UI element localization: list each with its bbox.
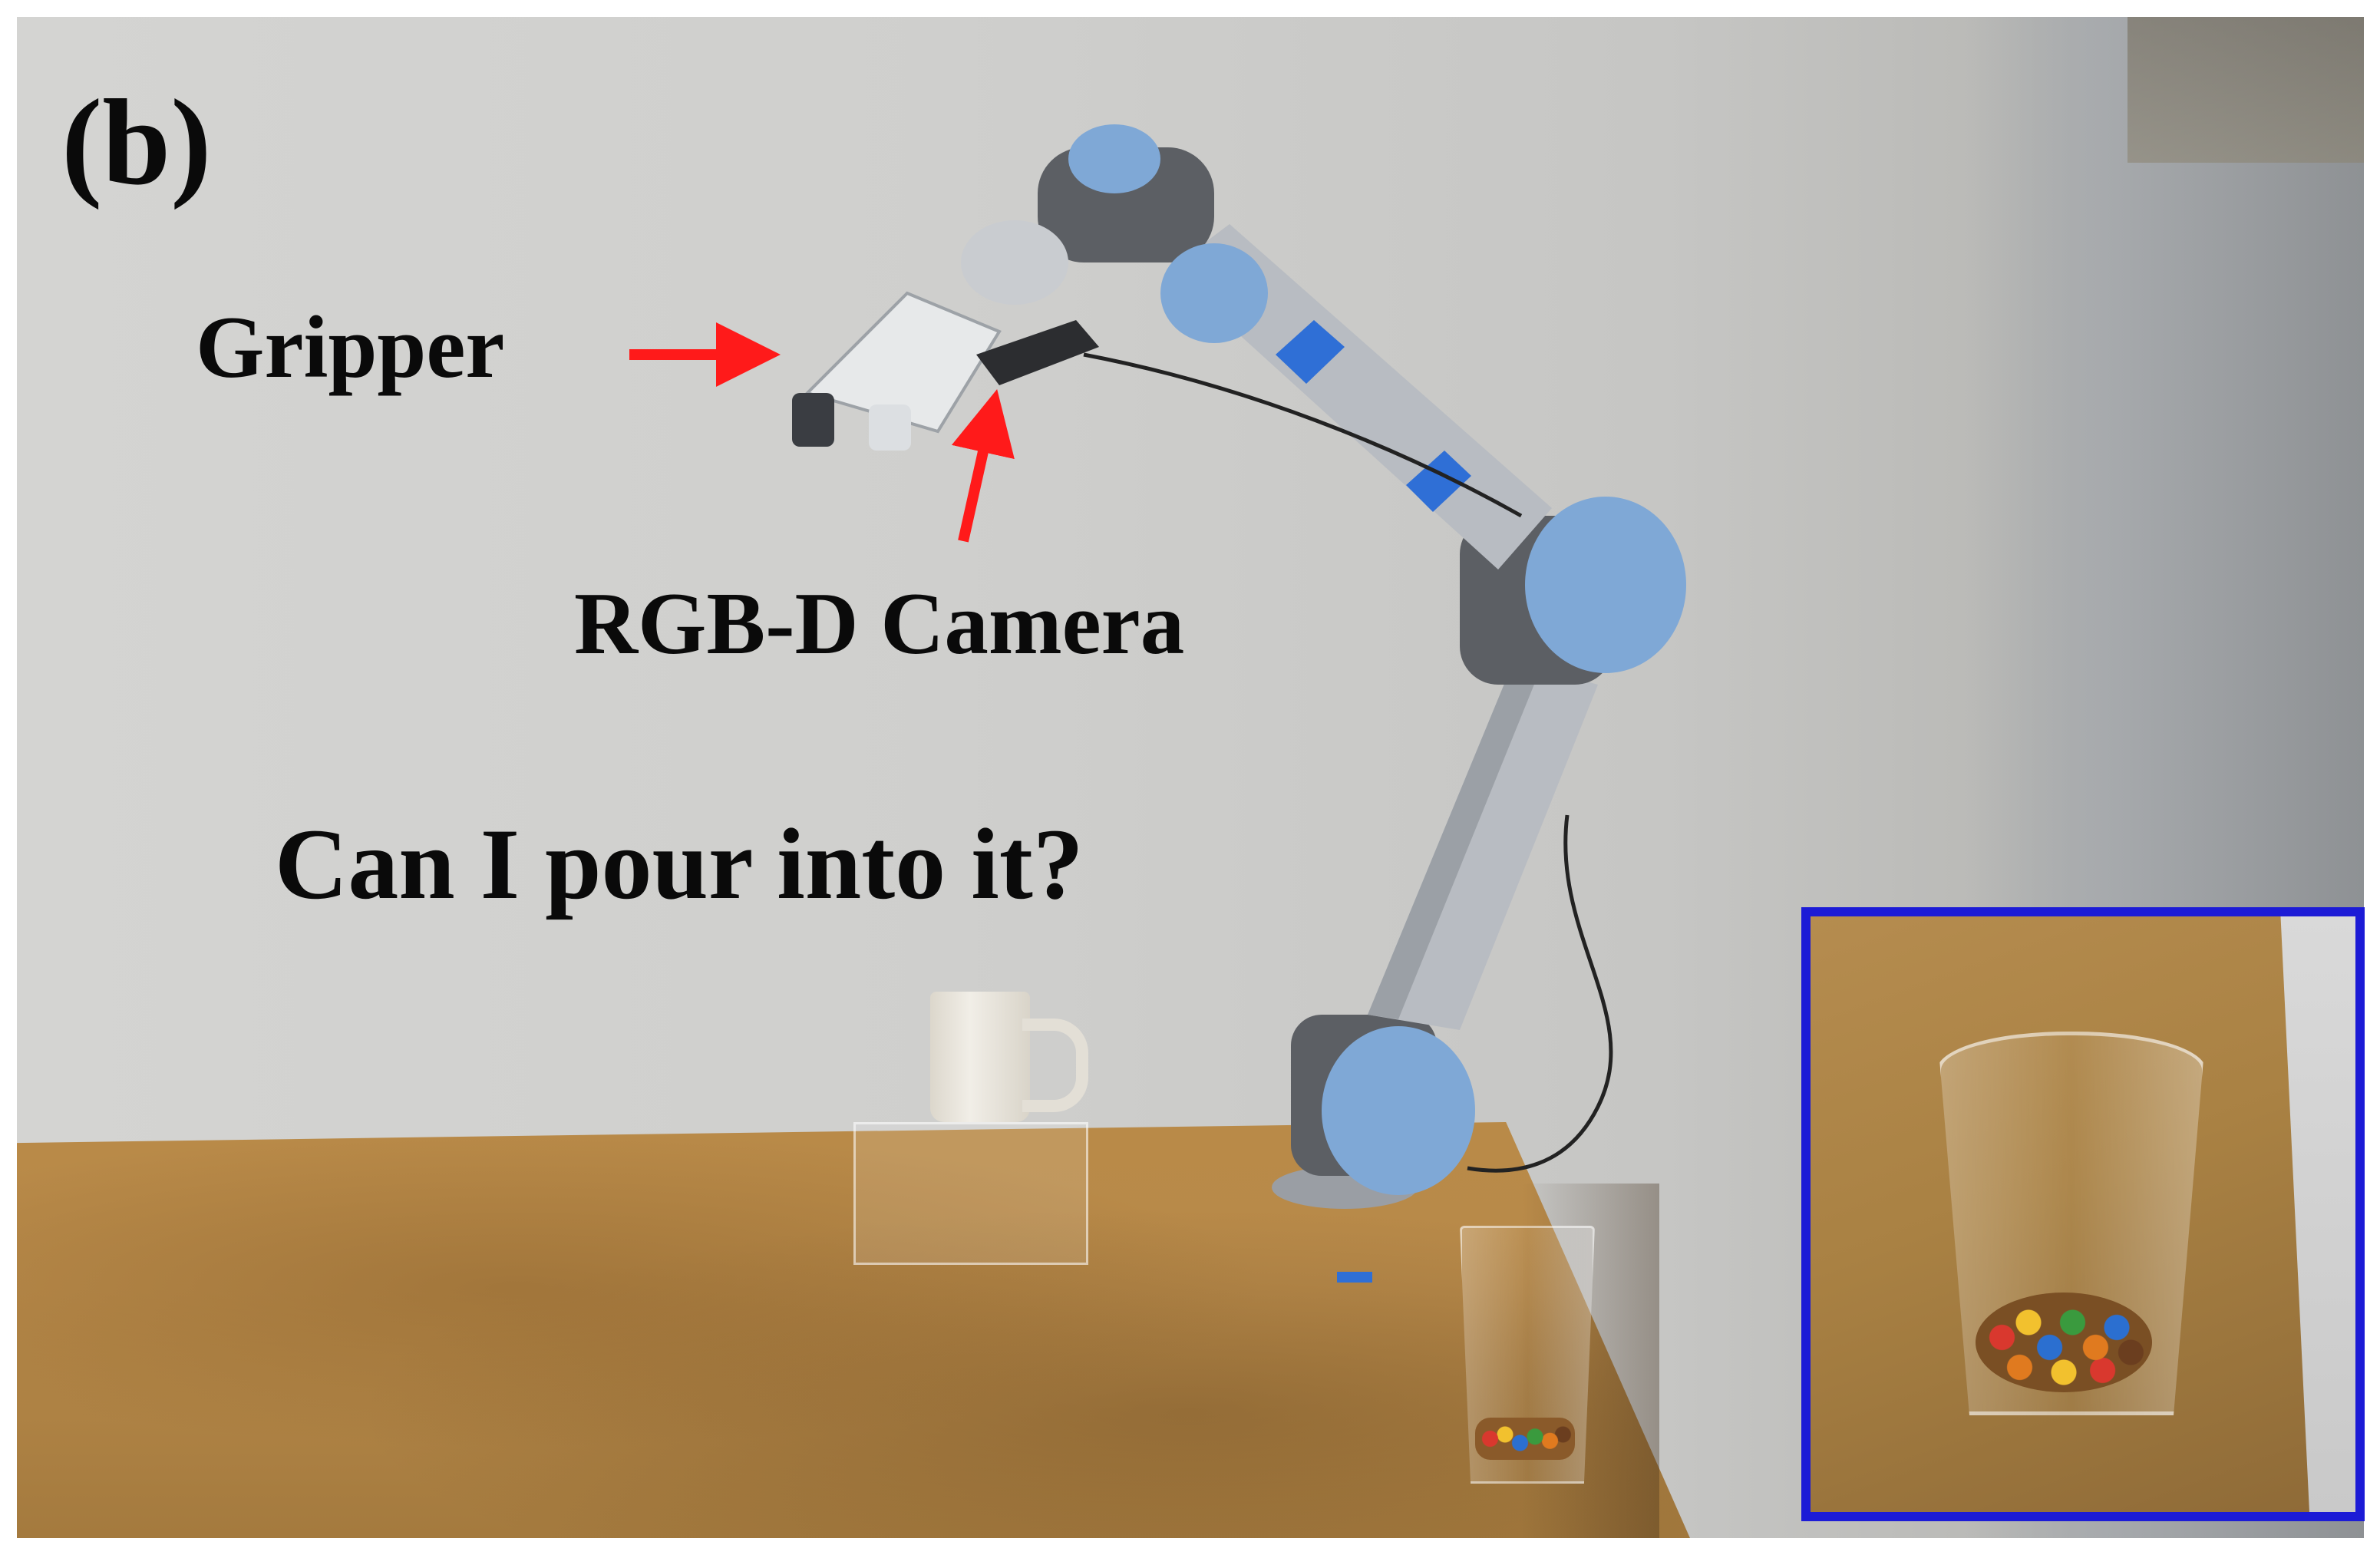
mug-handle (1022, 1019, 1088, 1112)
inset-closeup (1801, 907, 2365, 1521)
panel-label: (b) (61, 74, 212, 210)
inset-candies (1976, 1293, 2152, 1392)
gripper-finger-2 (869, 404, 911, 451)
camera-label: RGB-D Camera (574, 575, 1185, 672)
robot-wrist-cap-1 (1068, 124, 1160, 193)
robot-lower-joint-cap (1322, 1026, 1475, 1195)
gripper-label: Gripper (196, 299, 505, 396)
tape-mark (1337, 1272, 1372, 1283)
candies-in-glass (1475, 1418, 1575, 1460)
inset-floor (2280, 916, 2355, 1512)
robot-elbow-cap (1525, 497, 1686, 673)
question-label: Can I pour into it? (275, 807, 1084, 920)
robot-flange (961, 220, 1068, 305)
figure: (b) Gripper RGB-D Camera Can I pour into… (0, 0, 2380, 1555)
robot-wrist-cap-2 (1160, 243, 1268, 343)
gripper-finger-1 (792, 393, 834, 447)
acrylic-stand (853, 1122, 1088, 1265)
mug (930, 992, 1030, 1122)
